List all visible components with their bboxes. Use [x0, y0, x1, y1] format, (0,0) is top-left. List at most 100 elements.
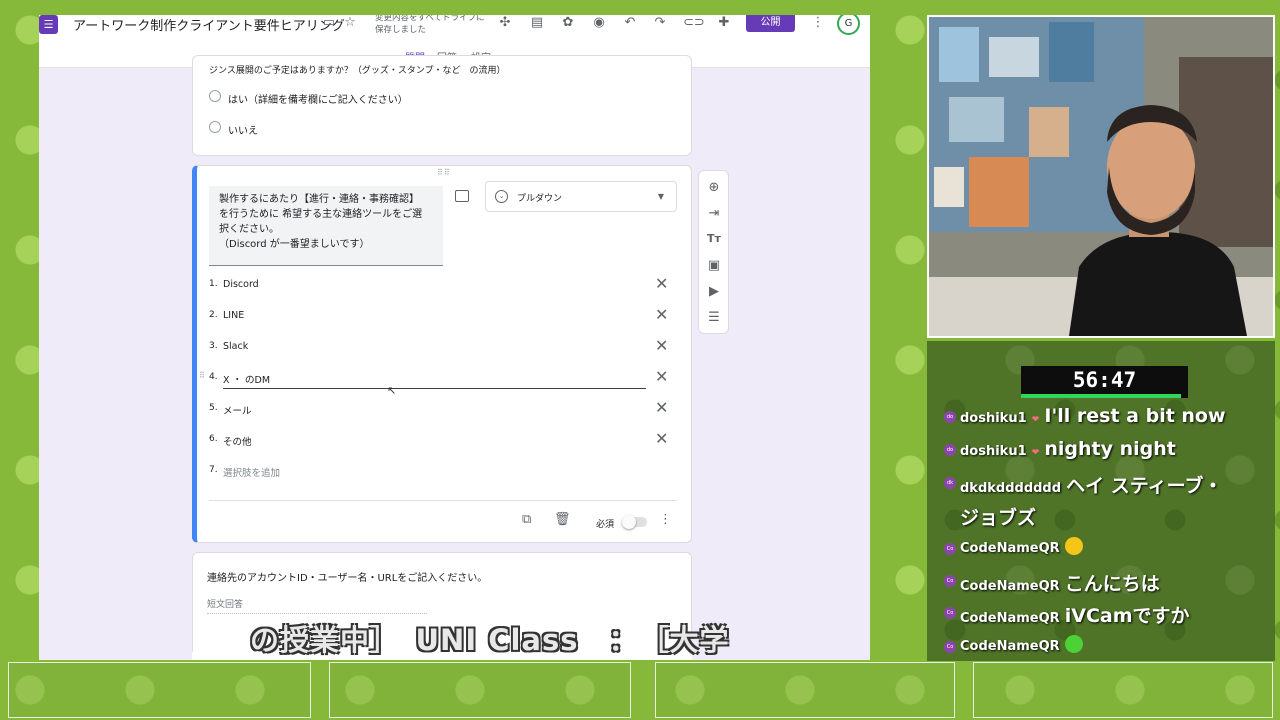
add-option-row[interactable]: 7. 選択肢を追加	[209, 460, 669, 484]
remove-option-icon[interactable]: ✕	[655, 430, 668, 448]
user-badge: do	[944, 411, 956, 423]
undo-icon[interactable]: ↶	[621, 15, 639, 31]
option-number: 3.	[209, 341, 218, 351]
dropdown-type-icon: ⌄	[495, 190, 508, 203]
floating-toolbar: ⊕ ⇥ Tт ▣ ▶ ☰	[698, 170, 729, 334]
grinning-face-icon	[1064, 537, 1083, 555]
option-number: 7.	[209, 465, 218, 475]
publish-button[interactable]: 公開	[746, 15, 795, 32]
more-options-icon[interactable]: ⋮	[659, 512, 672, 527]
duplicate-icon[interactable]: ⧉	[522, 512, 531, 527]
radio-button[interactable]	[209, 90, 221, 102]
chat-text: nighty night	[1044, 438, 1176, 460]
user-badge: Co	[944, 641, 956, 653]
chat-message-continued: ジョブズ	[960, 503, 1265, 530]
chat-username: CodeNameQR	[960, 639, 1060, 654]
add-collaborator-icon[interactable]: ✚	[715, 15, 733, 31]
question-type-select[interactable]: ⌄ プルダウン ▼	[485, 181, 677, 212]
option-label[interactable]: Slack	[223, 341, 248, 352]
overlay-frame	[655, 662, 955, 718]
remove-option-icon[interactable]: ✕	[655, 337, 668, 355]
chat-message: dk dkdkddddddd ヘイ スティーブ・	[944, 471, 1265, 498]
palette-icon[interactable]: ✿	[559, 15, 577, 31]
document-title[interactable]: アートワーク制作クライアント要件ヒアリング	[73, 15, 345, 34]
drag-handle-icon[interactable]: ⠿⠿	[437, 168, 451, 177]
forms-logo-icon[interactable]: ☰	[39, 15, 58, 34]
chat-message: Co CodeNameQR こんにちは	[944, 569, 1265, 596]
countdown-timer: 56:47	[1021, 366, 1188, 398]
star-icon[interactable]: ☆	[341, 15, 359, 31]
timer-value: 56:47	[1072, 368, 1137, 392]
chat-text: iVCamですか	[1064, 605, 1190, 627]
chat-username: doshiku1	[960, 411, 1027, 426]
add-image-icon[interactable]: ▣	[706, 258, 722, 273]
question-title-input[interactable]: 製作するにあたり【進行・連絡・事務確認】 を行うために 希望する主な連絡ツールを…	[209, 186, 443, 266]
webcam-image	[929, 17, 1273, 336]
import-questions-icon[interactable]: ⇥	[706, 206, 722, 221]
option-label[interactable]: メール	[223, 403, 252, 417]
radio-option-label: はい（詳細を備考欄にご記入ください）	[228, 95, 408, 106]
add-section-icon[interactable]: ☰	[706, 310, 722, 325]
add-title-icon[interactable]: Tт	[706, 232, 722, 245]
chat-username: doshiku1	[960, 444, 1027, 459]
input-underline	[223, 388, 646, 389]
option-row[interactable]: 5. メール ✕	[209, 398, 669, 422]
folder-icon[interactable]: ▭	[320, 15, 338, 31]
option-row[interactable]: 1. Discord ✕	[209, 274, 669, 298]
redo-icon[interactable]: ↷	[651, 15, 669, 31]
chat-message: Co CodeNameQR	[944, 635, 1265, 654]
remove-option-icon[interactable]: ✕	[655, 368, 668, 386]
option-row[interactable]: 6. その他 ✕	[209, 429, 669, 453]
addon-icon[interactable]: ✣	[496, 15, 514, 31]
radio-button[interactable]	[209, 121, 221, 133]
option-number: 2.	[209, 310, 218, 320]
overlay-frame	[973, 662, 1273, 718]
add-option-input[interactable]: 選択肢を追加	[223, 465, 280, 479]
webcam-feed	[927, 15, 1275, 338]
reorder-handle-icon[interactable]: ⠿	[199, 371, 205, 380]
option-row-active[interactable]: ⠿ 4. X ・ のDM ✕	[199, 367, 669, 391]
question-card-active[interactable]: ⠿⠿ 製作するにあたり【進行・連絡・事務確認】 を行うために 希望する主な連絡ツ…	[192, 165, 692, 543]
remove-option-icon[interactable]: ✕	[655, 399, 668, 417]
option-number: 4.	[209, 372, 218, 382]
timer-progress-bar	[1021, 394, 1181, 398]
remove-option-icon[interactable]: ✕	[655, 306, 668, 324]
add-video-icon[interactable]: ▶	[706, 284, 722, 299]
chat-text: I'll rest a bit now	[1044, 405, 1226, 427]
option-number: 1.	[209, 279, 218, 289]
add-image-icon[interactable]	[455, 190, 469, 202]
heart-icon: ❤	[1031, 415, 1040, 425]
heart-icon: ❤	[1031, 448, 1040, 458]
option-row[interactable]: 3. Slack ✕	[209, 336, 669, 360]
template-icon[interactable]: ▤	[528, 15, 546, 31]
chat-username: CodeNameQR	[960, 611, 1060, 626]
scrolling-subtitle: の授業中］ UNI Class ： ［大学	[250, 623, 730, 657]
more-menu-icon[interactable]: ⋮	[809, 15, 827, 31]
stream-chat-overlay: 56:47 do doshiku1 ❤ I'll rest a bit now d…	[927, 341, 1275, 661]
add-question-icon[interactable]: ⊕	[706, 180, 722, 195]
user-badge: Co	[944, 607, 956, 619]
question-card-previous[interactable]: ジンス展開のご予定はありますか？（グッズ・スタンプ・など の流用） はい（詳細を…	[192, 55, 692, 156]
option-row[interactable]: 2. LINE ✕	[209, 305, 669, 329]
option-label-input[interactable]: X ・ のDM	[223, 372, 270, 386]
save-status: 変更内容をすべてドライブに保存しました	[375, 15, 485, 35]
chat-message: do doshiku1 ❤ nighty night	[944, 438, 1265, 460]
option-label[interactable]: その他	[223, 434, 252, 448]
overlay-frame	[329, 662, 631, 718]
option-label[interactable]: Discord	[223, 279, 259, 290]
option-label[interactable]: LINE	[223, 310, 244, 321]
green-face-icon	[1064, 635, 1083, 653]
remove-option-icon[interactable]: ✕	[655, 275, 668, 293]
account-avatar[interactable]: G	[837, 15, 860, 35]
trash-icon[interactable]: 🗑	[554, 512, 571, 527]
google-forms-window: ☰ アートワーク制作クライアント要件ヒアリング ▭ ☆ 変更内容をすべてドライブ…	[39, 15, 870, 660]
user-badge: do	[944, 444, 956, 456]
user-badge: dk	[944, 477, 956, 489]
chat-text: ヘイ スティーブ・	[1066, 475, 1223, 497]
required-toggle[interactable]	[622, 515, 647, 529]
link-icon[interactable]: ⊂⊃	[683, 15, 705, 31]
option-number: 6.	[209, 434, 218, 444]
user-badge: Co	[944, 575, 956, 587]
preview-eye-icon[interactable]: ◉	[590, 15, 608, 31]
chat-text: こんにちは	[1064, 573, 1160, 595]
